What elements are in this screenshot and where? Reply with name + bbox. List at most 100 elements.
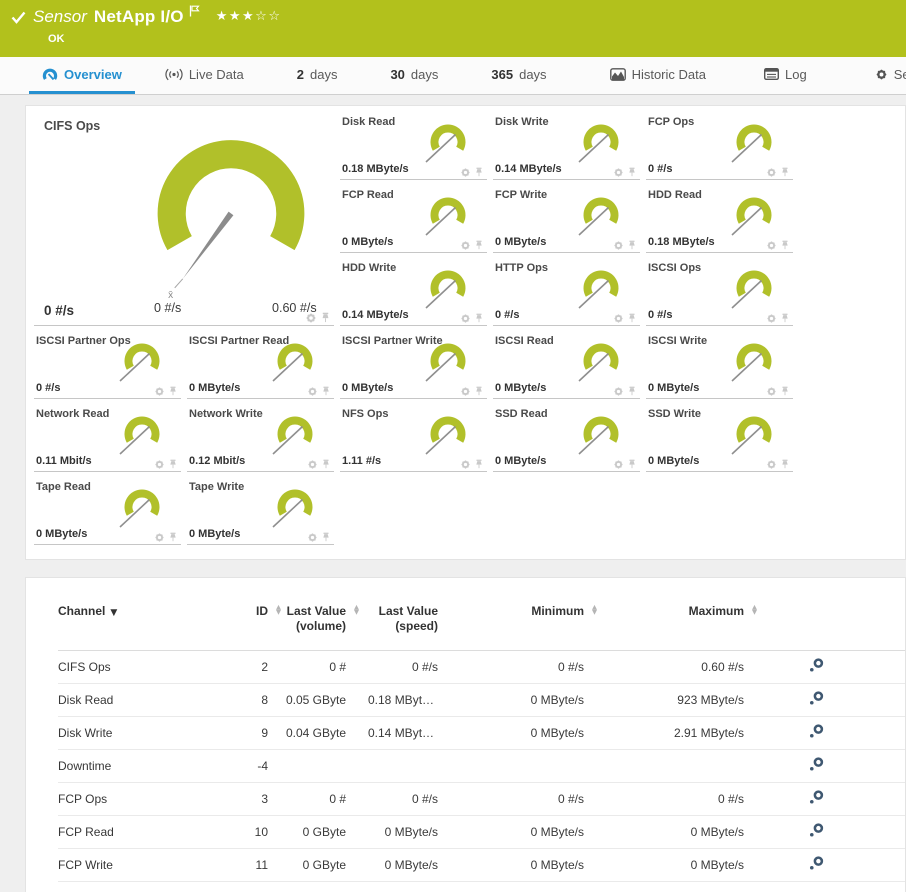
channel-settings-icon[interactable] <box>808 657 825 674</box>
tab-live-data[interactable]: Live Data <box>152 57 257 94</box>
gauge-settings-gear-icon[interactable] <box>305 312 317 324</box>
gauge-pin-icon[interactable] <box>627 386 637 397</box>
gauge-settings-gear-icon[interactable] <box>154 386 165 397</box>
gauge-panel[interactable]: SSD Read 0 MByte/s <box>493 406 640 472</box>
gauge-pin-icon[interactable] <box>321 386 331 397</box>
column-header-id[interactable]: ID▲▼ <box>218 604 268 619</box>
gauges-overview-panel: CIFS Ops x̄ 0 #/s 0.60 #/s 0 #/s Disk <box>25 105 906 560</box>
flag-icon[interactable] <box>189 4 200 22</box>
gauge-settings-gear-icon[interactable] <box>613 313 624 324</box>
gauge-pin-icon[interactable] <box>474 167 484 178</box>
sensor-name: NetApp I/O <box>94 7 184 27</box>
column-header-last-value-speed-[interactable]: Last Value (speed)▲▼ <box>346 604 438 634</box>
gauge-panel[interactable]: Tape Write 0 MByte/s <box>187 479 334 545</box>
gauge-panel[interactable]: Network Read 0.11 Mbit/s <box>34 406 181 472</box>
gauge-settings-gear-icon[interactable] <box>460 313 471 324</box>
gauge-panel[interactable]: ISCSI Partner Write 0 MByte/s <box>340 333 487 399</box>
gauge-pin-icon[interactable] <box>627 313 637 324</box>
tab-days-365[interactable]: 365days <box>478 57 559 94</box>
gauge-settings-gear-icon[interactable] <box>766 313 777 324</box>
gauge-panel[interactable]: ISCSI Ops 0 #/s <box>646 260 793 326</box>
channel-settings-icon[interactable] <box>808 756 825 773</box>
gauge-pin-icon[interactable] <box>627 459 637 470</box>
gauge-pin-icon[interactable] <box>780 167 790 178</box>
gauge-pin-icon[interactable] <box>627 240 637 251</box>
gauge-pin-icon[interactable] <box>474 386 484 397</box>
gauge-panel[interactable]: FCP Ops 0 #/s <box>646 114 793 180</box>
gauge-pin-icon[interactable] <box>168 532 178 543</box>
gauge-settings-gear-icon[interactable] <box>613 459 624 470</box>
gauge-pin-icon[interactable] <box>474 313 484 324</box>
column-header-channel[interactable]: Channel▼ <box>58 604 218 619</box>
tab-settings[interactable]: Settings <box>862 57 906 94</box>
gauge-settings-gear-icon[interactable] <box>307 459 318 470</box>
gauge-current-value: 0 MByte/s <box>342 382 393 394</box>
gauge-current-value: 0 MByte/s <box>495 382 546 394</box>
gauge-settings-gear-icon[interactable] <box>613 386 624 397</box>
channel-id: 8 <box>218 693 268 707</box>
gauge-settings-gear-icon[interactable] <box>460 240 471 251</box>
gauge-panel[interactable]: ISCSI Read 0 MByte/s <box>493 333 640 399</box>
gauge-panel[interactable]: ISCSI Write 0 MByte/s <box>646 333 793 399</box>
gauge-settings-gear-icon[interactable] <box>766 167 777 178</box>
gauge-settings-gear-icon[interactable] <box>613 240 624 251</box>
gauge-pin-icon[interactable] <box>474 459 484 470</box>
gauge-panel[interactable]: NFS Ops 1.11 #/s <box>340 406 487 472</box>
tab-historic-data[interactable]: Historic Data <box>597 57 719 94</box>
table-row: FCP Ops 3 0 # 0 #/s 0 #/s 0 #/s <box>58 783 905 816</box>
gauge-pin-icon[interactable] <box>321 532 331 543</box>
gauge-pin-icon[interactable] <box>780 459 790 470</box>
gauge-settings-gear-icon[interactable] <box>154 532 165 543</box>
gauge-pin-icon[interactable] <box>780 313 790 324</box>
gauge-dial <box>727 267 779 313</box>
column-header-last-value-volume-[interactable]: Last Value (volume)▲▼ <box>268 604 346 634</box>
gauge-panel[interactable]: Disk Write 0.14 MByte/s <box>493 114 640 180</box>
gauge-settings-gear-icon[interactable] <box>766 386 777 397</box>
tab-log[interactable]: Log <box>751 57 820 94</box>
gauge-panel[interactable]: HTTP Ops 0 #/s <box>493 260 640 326</box>
gauge-pin-icon[interactable] <box>474 240 484 251</box>
gauge-settings-gear-icon[interactable] <box>766 459 777 470</box>
priority-stars[interactable]: ★★★☆☆ <box>216 9 282 24</box>
tab-days-2[interactable]: 2days <box>284 57 351 94</box>
gauge-settings-gear-icon[interactable] <box>154 459 165 470</box>
gauge-dial <box>574 413 626 459</box>
gauge-pin-icon[interactable] <box>627 167 637 178</box>
gauge-panel[interactable]: Tape Read 0 MByte/s <box>34 479 181 545</box>
gauge-settings-gear-icon[interactable] <box>460 459 471 470</box>
channel-settings-icon[interactable] <box>808 723 825 740</box>
channel-settings-icon[interactable] <box>808 789 825 806</box>
gauge-settings-gear-icon[interactable] <box>766 240 777 251</box>
gauge-pin-icon[interactable] <box>321 459 331 470</box>
last-value-volume: 0 # <box>268 660 346 674</box>
gauge-settings-gear-icon[interactable] <box>460 386 471 397</box>
gauge-panel[interactable]: Disk Read 0.18 MByte/s <box>340 114 487 180</box>
column-header-minimum[interactable]: Minimum▲▼ <box>438 604 584 619</box>
gauge-panel[interactable]: HDD Read 0.18 MByte/s <box>646 187 793 253</box>
gauge-panel[interactable]: HDD Write 0.14 MByte/s <box>340 260 487 326</box>
gauge-pin-icon[interactable] <box>168 459 178 470</box>
gauge-settings-gear-icon[interactable] <box>460 167 471 178</box>
gauge-pin-icon[interactable] <box>320 312 331 324</box>
gauge-settings-gear-icon[interactable] <box>613 167 624 178</box>
gauge-pin-icon[interactable] <box>168 386 178 397</box>
column-header-maximum[interactable]: Maximum▲▼ <box>584 604 744 619</box>
channel-settings-icon[interactable] <box>808 822 825 839</box>
gauge-panel[interactable]: Network Write 0.12 Mbit/s <box>187 406 334 472</box>
tab-overview[interactable]: Overview <box>29 57 135 94</box>
tab-days-30[interactable]: 30days <box>377 57 451 94</box>
gauge-panel[interactable]: FCP Read 0 MByte/s <box>340 187 487 253</box>
channel-settings-icon[interactable] <box>808 855 825 872</box>
gauge-panel[interactable]: FCP Write 0 MByte/s <box>493 187 640 253</box>
channel-settings-icon[interactable] <box>808 690 825 707</box>
gauge-panel-primary[interactable]: CIFS Ops x̄ 0 #/s 0.60 #/s 0 #/s <box>34 114 334 326</box>
gauge-pin-icon[interactable] <box>780 240 790 251</box>
gauge-panel[interactable]: ISCSI Partner Ops 0 #/s <box>34 333 181 399</box>
gauge-panel[interactable]: SSD Write 0 MByte/s <box>646 406 793 472</box>
gauge-panel[interactable]: ISCSI Partner Read 0 MByte/s <box>187 333 334 399</box>
gauge-label: ISCSI Read <box>495 335 554 347</box>
gauge-settings-gear-icon[interactable] <box>307 386 318 397</box>
gauge-settings-gear-icon[interactable] <box>307 532 318 543</box>
historic-icon <box>610 68 626 81</box>
gauge-pin-icon[interactable] <box>780 386 790 397</box>
